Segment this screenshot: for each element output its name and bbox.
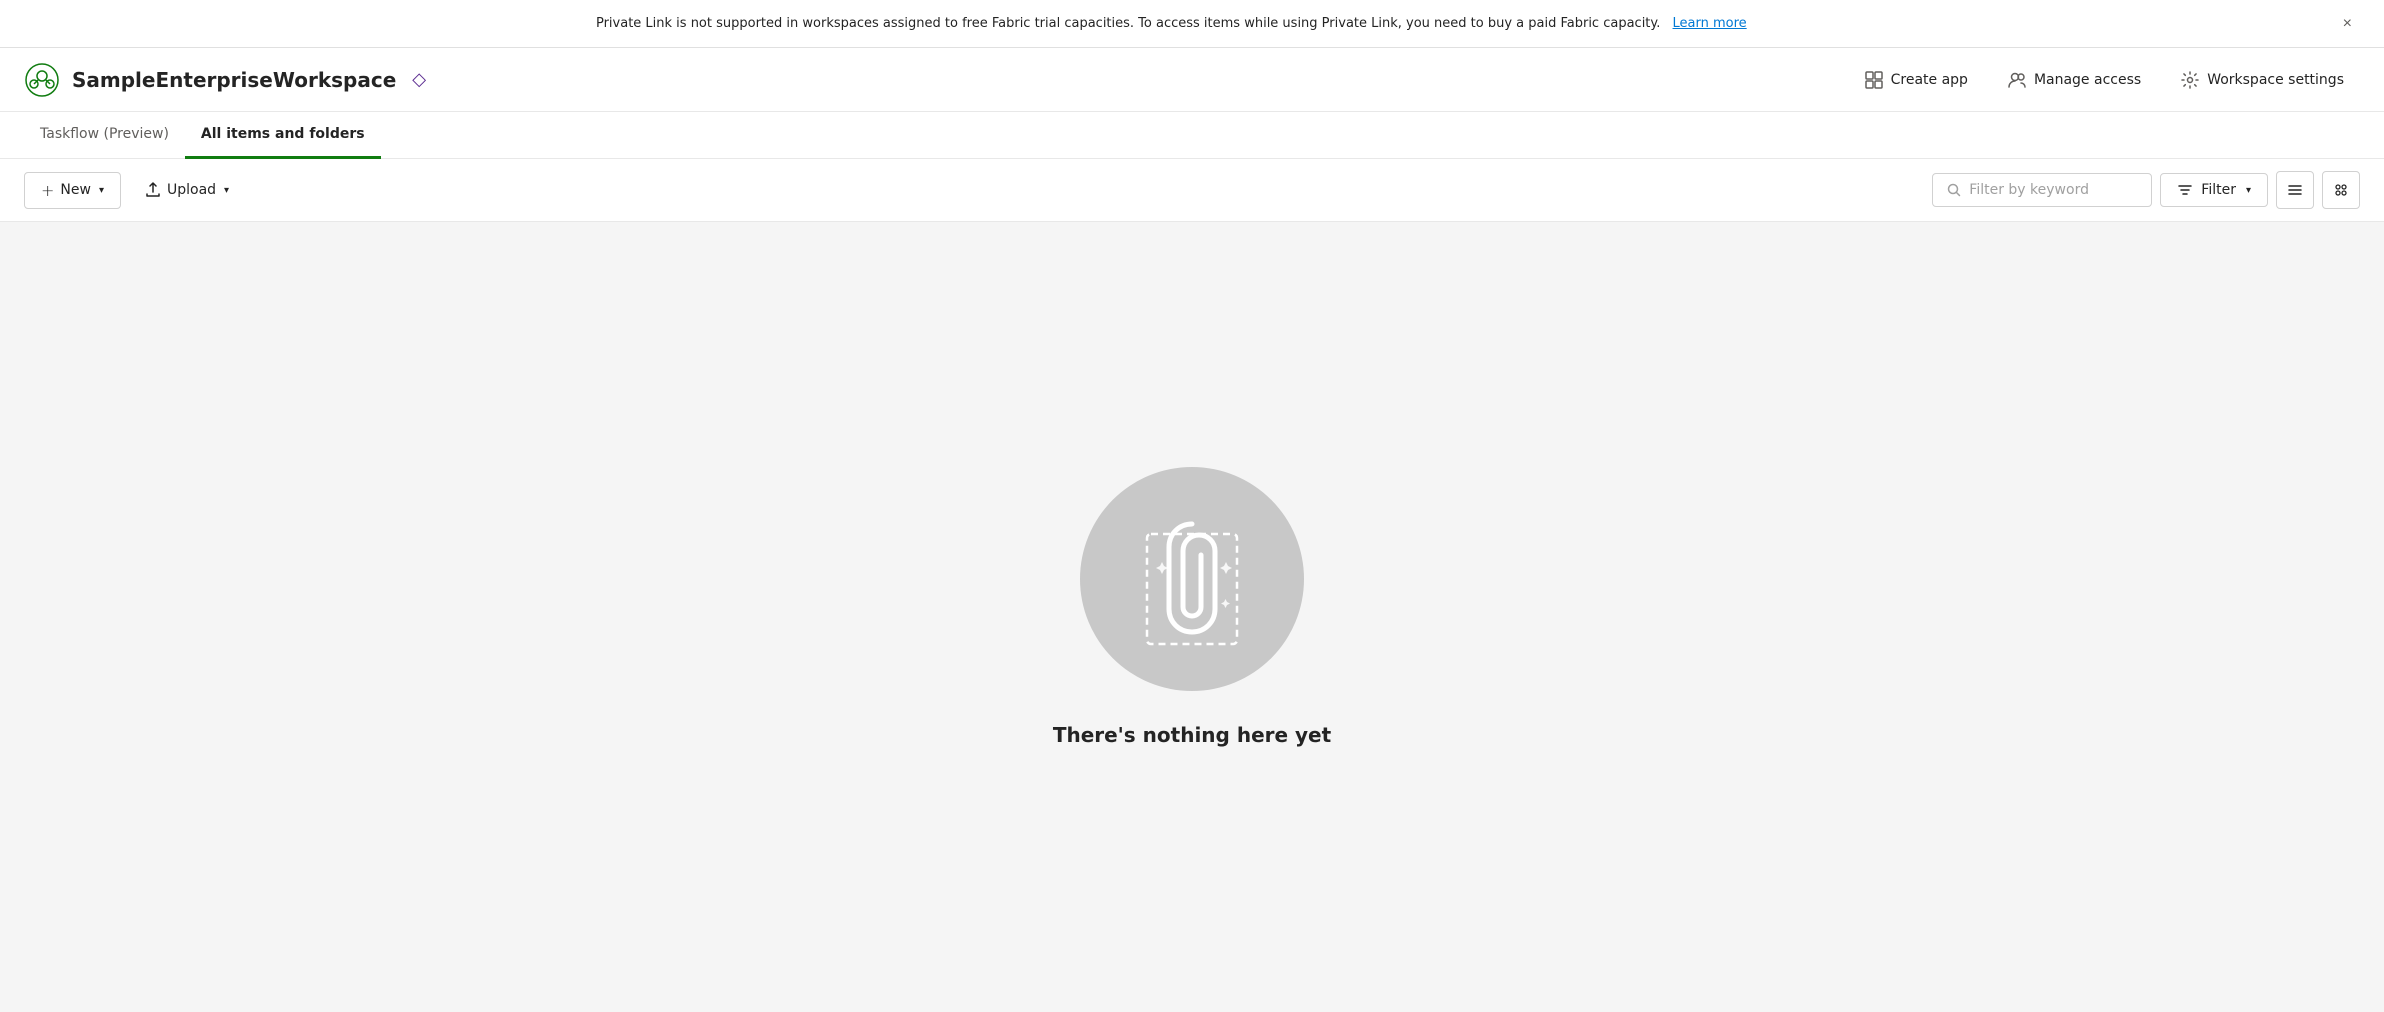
list-view-icon — [2287, 182, 2303, 198]
create-app-button[interactable]: Create app — [1849, 63, 1984, 97]
grid-view-button[interactable] — [2322, 171, 2360, 209]
workspace-icon — [24, 62, 60, 98]
upload-label: Upload — [167, 182, 216, 198]
grid-view-icon — [2333, 182, 2349, 198]
filter-label: Filter — [2201, 182, 2236, 198]
workspace-title: SampleEnterpriseWorkspace — [72, 68, 396, 92]
header: SampleEnterpriseWorkspace ◇ Create app M… — [0, 48, 2384, 112]
workspace-settings-label: Workspace settings — [2207, 72, 2344, 88]
new-chevron-icon: ▾ — [99, 185, 104, 196]
banner: Private Link is not supported in workspa… — [0, 0, 2384, 48]
toolbar: + New ▾ Upload ▾ Filter by keyword — [0, 159, 2384, 222]
banner-message: Private Link is not supported in workspa… — [24, 16, 2319, 31]
upload-button[interactable]: Upload ▾ — [129, 174, 245, 206]
header-left: SampleEnterpriseWorkspace ◇ — [24, 62, 426, 98]
list-view-button[interactable] — [2276, 171, 2314, 209]
header-actions: Create app Manage access Workspace setti… — [1849, 63, 2360, 97]
filter-icon — [2177, 182, 2193, 198]
tabs: Taskflow (Preview) All items and folders — [0, 112, 2384, 159]
upload-icon — [145, 182, 161, 198]
banner-close-button[interactable]: × — [2335, 11, 2360, 37]
filter-button[interactable]: Filter ▾ — [2160, 173, 2268, 207]
tab-taskflow[interactable]: Taskflow (Preview) — [24, 112, 185, 159]
toolbar-left: + New ▾ Upload ▾ — [24, 172, 245, 209]
manage-access-label: Manage access — [2034, 72, 2141, 88]
premium-diamond-icon: ◇ — [412, 69, 426, 90]
upload-chevron-icon: ▾ — [224, 185, 229, 196]
filter-placeholder: Filter by keyword — [1969, 182, 2089, 198]
new-button[interactable]: + New ▾ — [24, 172, 121, 209]
learn-more-link[interactable]: Learn more — [1673, 16, 1747, 31]
workspace-settings-icon — [2181, 71, 2199, 89]
empty-state-title: There's nothing here yet — [1053, 723, 1331, 747]
new-label: New — [60, 182, 91, 198]
workspace-settings-button[interactable]: Workspace settings — [2165, 63, 2360, 97]
manage-access-button[interactable]: Manage access — [1992, 63, 2157, 97]
empty-state-illustration — [1072, 459, 1312, 699]
manage-access-icon — [2008, 71, 2026, 89]
search-icon — [1947, 183, 1961, 197]
empty-state: There's nothing here yet — [1053, 459, 1331, 747]
create-app-label: Create app — [1891, 72, 1968, 88]
filter-keyword-input[interactable]: Filter by keyword — [1932, 173, 2152, 207]
create-app-icon — [1865, 71, 1883, 89]
toolbar-right: Filter by keyword Filter ▾ — [1932, 171, 2360, 209]
filter-chevron-icon: ▾ — [2246, 185, 2251, 196]
tab-all-items[interactable]: All items and folders — [185, 112, 381, 159]
main-content: There's nothing here yet — [0, 222, 2384, 984]
plus-icon: + — [41, 181, 54, 200]
